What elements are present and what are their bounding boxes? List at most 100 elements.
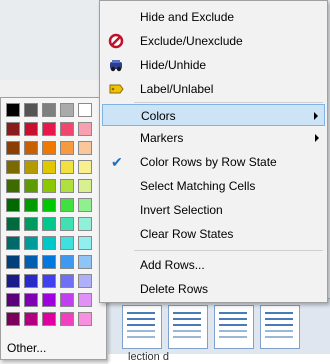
menu-item-label: Clear Row States — [140, 227, 234, 241]
color-swatch[interactable] — [24, 293, 38, 307]
menu-item-hide-unhide[interactable]: Hide/Unhide — [102, 54, 325, 76]
menu-item-label: Hide/Unhide — [140, 58, 207, 72]
color-swatch[interactable] — [78, 274, 92, 288]
color-swatch[interactable] — [78, 236, 92, 250]
color-swatch[interactable] — [42, 122, 56, 136]
color-swatch[interactable] — [60, 293, 74, 307]
color-swatch[interactable] — [6, 255, 20, 269]
thumbnail[interactable] — [260, 305, 300, 349]
submenu-arrow-icon — [314, 112, 318, 120]
menu-item-label: Label/Unlabel — [140, 82, 214, 96]
label-icon — [109, 84, 124, 94]
menu-item-label: Add Rows... — [140, 258, 205, 272]
menu-item-label: Delete Rows — [140, 282, 209, 296]
color-swatch[interactable] — [24, 141, 38, 155]
color-swatch[interactable] — [78, 198, 92, 212]
color-swatch[interactable] — [42, 198, 56, 212]
background-strip: lection d — [108, 351, 330, 364]
menu-item-label: Invert Selection — [140, 203, 223, 217]
submenu-arrow-icon — [315, 134, 319, 142]
thumbnail-strip — [108, 298, 330, 355]
color-swatch[interactable] — [78, 141, 92, 155]
color-swatch[interactable] — [24, 179, 38, 193]
hide-icon — [110, 60, 122, 72]
color-swatch[interactable] — [24, 122, 38, 136]
color-swatch[interactable] — [24, 103, 38, 117]
color-swatch[interactable] — [6, 293, 20, 307]
color-swatch[interactable] — [78, 255, 92, 269]
color-swatch[interactable] — [78, 217, 92, 231]
color-swatch[interactable] — [60, 312, 74, 326]
context-menu: Hide and Exclude Exclude/Unexclude Hide/… — [99, 0, 328, 303]
color-swatch[interactable] — [78, 122, 92, 136]
color-swatch[interactable] — [60, 122, 74, 136]
menu-item-markers[interactable]: Markers — [102, 127, 325, 149]
color-swatch[interactable] — [60, 255, 74, 269]
color-palette: Other... — [0, 97, 107, 360]
color-swatch[interactable] — [6, 312, 20, 326]
color-swatch[interactable] — [6, 122, 20, 136]
color-swatch[interactable] — [24, 160, 38, 174]
color-swatch[interactable] — [60, 160, 74, 174]
color-swatch[interactable] — [24, 274, 38, 288]
menu-item-label: Hide and Exclude — [140, 10, 235, 24]
color-swatch[interactable] — [42, 236, 56, 250]
menu-item-label: Color Rows by Row State — [140, 155, 277, 169]
color-swatch[interactable] — [42, 255, 56, 269]
color-swatch[interactable] — [78, 160, 92, 174]
color-swatch[interactable] — [24, 312, 38, 326]
color-swatch[interactable] — [6, 103, 20, 117]
other-colors-button[interactable]: Other... — [7, 341, 46, 355]
menu-item-label: Exclude/Unexclude — [140, 34, 243, 48]
color-swatch[interactable] — [6, 160, 20, 174]
color-swatch[interactable] — [42, 274, 56, 288]
menu-item-label: Colors — [141, 109, 176, 123]
menu-item-clear-row-states[interactable]: Clear Row States — [102, 223, 325, 245]
color-swatch[interactable] — [60, 236, 74, 250]
checkmark-icon: ✔ — [111, 154, 123, 170]
color-swatch[interactable] — [6, 141, 20, 155]
exclude-icon — [108, 33, 124, 49]
color-swatch[interactable] — [6, 236, 20, 250]
menu-item-add-rows[interactable]: Add Rows... — [102, 254, 325, 276]
menu-item-label-unlabel[interactable]: Label/Unlabel — [102, 78, 325, 100]
color-swatch[interactable] — [60, 141, 74, 155]
color-swatch[interactable] — [78, 293, 92, 307]
color-swatch[interactable] — [42, 160, 56, 174]
color-swatch[interactable] — [78, 179, 92, 193]
color-swatch[interactable] — [6, 179, 20, 193]
color-swatch[interactable] — [60, 198, 74, 212]
menu-item-delete-rows[interactable]: Delete Rows — [102, 278, 325, 300]
thumbnail[interactable] — [168, 305, 208, 349]
color-swatch[interactable] — [60, 103, 74, 117]
color-swatch[interactable] — [60, 179, 74, 193]
color-swatch[interactable] — [60, 217, 74, 231]
menu-separator — [134, 250, 323, 251]
menu-item-exclude-unexclude[interactable]: Exclude/Unexclude — [102, 30, 325, 52]
color-swatch[interactable] — [6, 274, 20, 288]
thumbnail[interactable] — [122, 305, 162, 349]
menu-item-invert-selection[interactable]: Invert Selection — [102, 199, 325, 221]
menu-item-select-matching-cells[interactable]: Select Matching Cells — [102, 175, 325, 197]
menu-item-colors[interactable]: Colors — [102, 104, 325, 126]
color-swatch[interactable] — [42, 293, 56, 307]
color-swatch[interactable] — [24, 217, 38, 231]
menu-item-hide-and-exclude[interactable]: Hide and Exclude — [102, 6, 325, 28]
thumbnail[interactable] — [214, 305, 254, 349]
color-swatch[interactable] — [24, 236, 38, 250]
color-swatch[interactable] — [42, 179, 56, 193]
color-swatch[interactable] — [6, 217, 20, 231]
color-swatch[interactable] — [24, 255, 38, 269]
menu-item-label: Markers — [140, 131, 184, 145]
color-swatch[interactable] — [42, 141, 56, 155]
color-swatch[interactable] — [78, 312, 92, 326]
background-strip-text: lection d — [128, 351, 169, 363]
color-swatch[interactable] — [42, 312, 56, 326]
color-swatch[interactable] — [78, 103, 92, 117]
color-swatch[interactable] — [6, 198, 20, 212]
color-swatch[interactable] — [42, 217, 56, 231]
color-swatch[interactable] — [60, 274, 74, 288]
color-swatch[interactable] — [42, 103, 56, 117]
color-swatch[interactable] — [24, 198, 38, 212]
menu-item-color-rows-by-row-state[interactable]: ✔ Color Rows by Row State — [102, 151, 325, 173]
